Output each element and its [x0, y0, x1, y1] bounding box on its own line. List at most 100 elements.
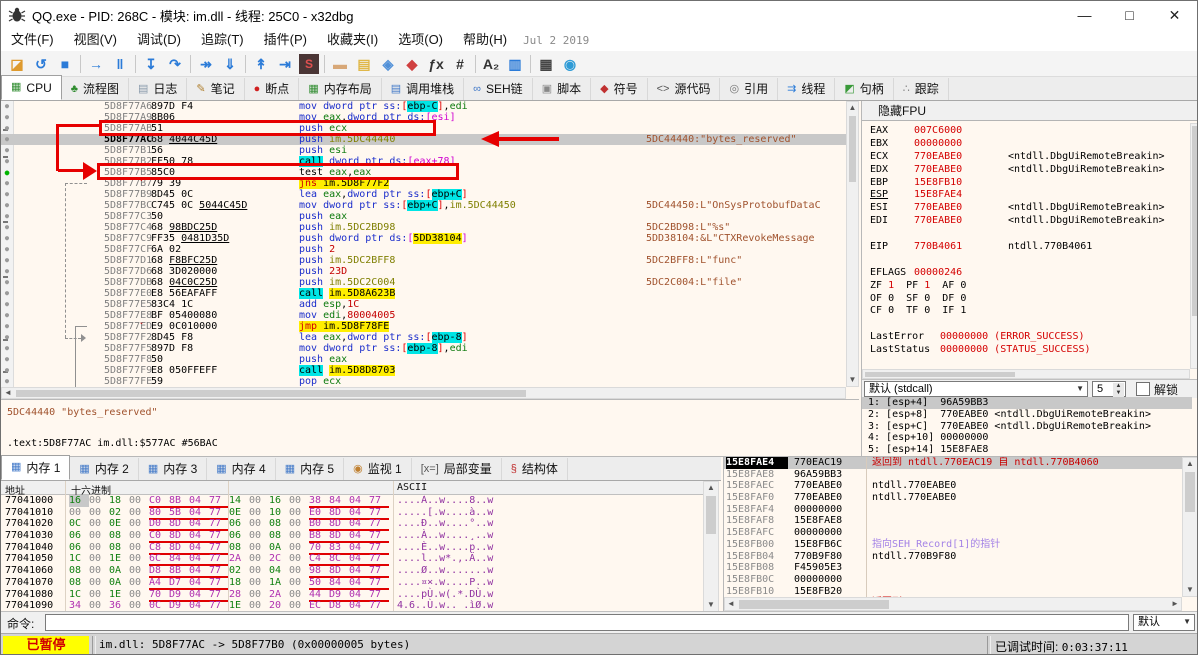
dump-row[interactable]: 77041010 00 00 02 00 80 5B 04 77 0E 00 10 00 E0 8D 04 77…	[1, 506, 703, 520]
open-file-icon[interactable]: ◪	[5, 53, 29, 75]
disasm-row[interactable]: ● 5D8F77C4 68 98BDC25D push im.5DC2BD98 5DC2…	[1, 222, 846, 233]
unlock-checkbox[interactable]	[1136, 382, 1150, 396]
scylla-icon[interactable]: S	[299, 53, 319, 74]
command-profile-select[interactable]: 默认 ▼	[1133, 614, 1195, 631]
tab-trace[interactable]: ∴ 跟踪	[894, 78, 949, 100]
disasm-row[interactable]: ● 5D8F77D6 68 3D020000 push 23D	[1, 266, 846, 277]
hash-icon[interactable]: #	[448, 53, 472, 75]
tab-notes[interactable]: ✎ 笔记	[187, 78, 245, 100]
patch-icon[interactable]: ▬	[328, 53, 352, 75]
dump-row[interactable]: 77041070 08 00 0A 00 A4 D7 04 77 18 00 1A 00 50 84 04 77…	[1, 576, 703, 590]
comment-icon[interactable]: ▤	[352, 53, 376, 75]
disasm-row[interactable]: ● 5D8F77CF 6A 02 push 2	[1, 244, 846, 255]
argument-row[interactable]: 4: [esp+10] 00000000	[862, 432, 1192, 444]
step-into-icon[interactable]: ↧	[139, 53, 163, 75]
argument-row[interactable]: 2: [esp+8] 770EABE0 <ntdll.DbgUiRemoteBr…	[862, 409, 1192, 421]
register-row[interactable]: EAX 007C6000	[862, 125, 1188, 138]
register-gap[interactable]	[862, 357, 1188, 370]
tab-references[interactable]: ◎ 引用	[720, 78, 779, 100]
disasm-row[interactable]: ● 5D8F77F8 50 push eax	[1, 354, 846, 365]
dump-vscrollbar[interactable]: ▲ ▼	[703, 481, 719, 612]
stepper-up-icon[interactable]: ▲	[1113, 383, 1124, 390]
register-row[interactable]: EIP 770B4061 ntdll.770B4061	[862, 241, 1188, 254]
disasm-row[interactable]: ● 5D8F77C3 50 push eax	[1, 211, 846, 222]
register-row[interactable]: EDI 770EABE0 <ntdll.DbgUiRemoteBreakin>	[862, 215, 1188, 228]
tab-struct[interactable]: § 结构体	[502, 458, 568, 480]
register-row[interactable]: LastStatus 00000000 (STATUS_SUCCESS)	[862, 344, 1188, 357]
register-row[interactable]: ECX 770EABE0 <ntdll.DbgUiRemoteBreakin>	[862, 151, 1188, 164]
menu-item[interactable]: 视图(V)	[64, 29, 127, 51]
disasm-row[interactable]: ● 5D8F77E5 83C4 1C add esp,1C	[1, 299, 846, 310]
tab-dump-5[interactable]: ▦ 内存 5	[276, 458, 345, 480]
stack-row[interactable]: 15E8FAF8 15E8FAE8	[724, 515, 1182, 528]
stepper-down-icon[interactable]: ▼	[1113, 390, 1124, 397]
register-row[interactable]: EFLAGS 00000246	[862, 267, 1188, 280]
menu-item[interactable]: 帮助(H)	[453, 29, 517, 51]
dump-row[interactable]: 77041000 16 00 18 00 C0 8B 04 77 14 00 16 00 38 84 04 77…	[1, 495, 703, 508]
dump-row[interactable]: 77041050 1C 00 1E 00 6C 84 04 77 2A 00 2C 00 C4 8C 04 77…	[1, 553, 703, 567]
argument-row[interactable]: 1: [esp+4] 96A59BB3	[862, 397, 1192, 409]
register-row[interactable]: CF 0 TF 0 IF 1	[862, 305, 1188, 318]
string-references-icon[interactable]: A₂	[479, 53, 503, 75]
register-row[interactable]: ZF 1 PF 1 AF 0	[862, 280, 1188, 293]
attach-icon[interactable]: ▥	[503, 53, 527, 75]
calling-convention-select[interactable]: 默认 (stdcall) ▼	[864, 381, 1088, 397]
tab-locals[interactable]: [x=] 局部变量	[412, 458, 502, 480]
disasm-row[interactable]: ● 5D8F77BC C745 0C 5044C45D mov dword ptr s…	[1, 200, 846, 211]
calculator-icon[interactable]: ▦	[534, 53, 558, 75]
stack-row[interactable]: 15E8FAE8 96A59BB3	[724, 468, 1182, 481]
execute-till-return-icon[interactable]: ↟	[249, 53, 273, 75]
tab-memory-map[interactable]: ▦ 内存布局	[299, 78, 382, 100]
run-to-user-code-icon[interactable]: ⇥	[273, 53, 297, 75]
stack-row[interactable]: 15E8FAEC 770EABE0 ntdll.770EABE0	[724, 480, 1182, 493]
registers-vscrollbar[interactable]	[1190, 123, 1197, 369]
tab-call-stack[interactable]: ▤ 调用堆栈	[382, 78, 465, 100]
trace-over-icon[interactable]: ⇓	[218, 53, 242, 75]
tab-dump-3[interactable]: ▦ 内存 3	[139, 458, 208, 480]
label-icon[interactable]: ◈	[376, 53, 400, 75]
stack-row[interactable]: 15E8FB10 15E8FB20	[724, 585, 1182, 597]
disasm-row[interactable]: ● 5D8F77E8 BF 05400080 mov edi,80004005	[1, 310, 846, 321]
disasm-hscrollbar[interactable]: ◄	[1, 387, 846, 399]
minimize-button[interactable]: —	[1062, 2, 1107, 28]
run-icon[interactable]: →	[84, 53, 108, 75]
command-input[interactable]	[45, 614, 1129, 631]
stack-row[interactable]: 15E8FAF4 00000000	[724, 503, 1182, 516]
disasm-row[interactable]: ● 5D8F77ED ˇ E9 0C010000 jmp im.5D8F78FE	[1, 321, 846, 332]
disasm-vscrollbar[interactable]: ▲ ▼	[846, 101, 859, 387]
stack-row[interactable]: 15E8FAF0 770EABE0 ntdll.770EABE0	[724, 492, 1182, 504]
stack-row[interactable]: 15E8FB00 15E8FB6C 指向SEH_Record[1]的指针	[724, 538, 1182, 551]
disasm-row[interactable]: ● 5D8F77B1 56 push esi	[1, 145, 846, 156]
tab-graph[interactable]: ♣ 流程图	[62, 78, 129, 100]
globe-icon[interactable]: ◉	[558, 53, 582, 75]
disasm-row[interactable]: ● 5D8F77D1 68 F8BFC25D push im.5DC2BFF8 5DC2…	[1, 255, 846, 266]
stack-row[interactable]: 15E8FB0C 00000000	[724, 573, 1182, 586]
tab-handles[interactable]: ◩ 句柄	[835, 78, 894, 100]
dump-row[interactable]: 77041060 08 00 0A 00 D8 8B 04 77 02 00 04 00 98 8D 04 77…	[1, 565, 703, 579]
menu-item[interactable]: 选项(O)	[388, 29, 453, 51]
tab-watch-1[interactable]: ◉ 监视 1	[344, 458, 412, 480]
stack-row[interactable]: 15E8FAE4 770EAC19 返回到 ntdll.770EAC19 自 ntd…	[724, 457, 1182, 469]
register-gap[interactable]	[862, 228, 1188, 241]
register-gap[interactable]	[862, 318, 1188, 331]
hide-fpu-button[interactable]: 隐藏FPU	[862, 101, 1197, 121]
assemble-fx-icon[interactable]: ƒx	[424, 53, 448, 75]
argument-row[interactable]: 5: [esp+14] 15E8FAE8	[862, 444, 1192, 456]
menu-item[interactable]: 调试(D)	[127, 29, 191, 51]
stop-icon[interactable]: ■	[53, 53, 77, 75]
register-row[interactable]: EDX 770EABE0 <ntdll.DbgUiRemoteBreakin>	[862, 164, 1188, 177]
register-row[interactable]: ESI 770EABE0 <ntdll.DbgUiRemoteBreakin>	[862, 202, 1188, 215]
register-row[interactable]: EBX 00000000	[862, 138, 1188, 151]
register-gap[interactable]	[862, 254, 1188, 267]
menu-item[interactable]: 插件(P)	[254, 29, 317, 51]
arg-count-stepper[interactable]: 5 ▲ ▼	[1092, 381, 1126, 397]
disasm-row[interactable]: ● 5D8F77B9 8D45 0C lea eax,dword ptr ss:[eb…	[1, 189, 846, 200]
register-row[interactable]: LastError 00000000 (ERROR_SUCCESS)	[862, 331, 1188, 344]
disasm-row[interactable]: ● 5D8F77A6 897D F4 mov dword ptr ss:[ebp-C]…	[1, 101, 846, 112]
stack-vscrollbar[interactable]: ▲ ▼	[1182, 457, 1197, 597]
tab-breakpoints[interactable]: ● 断点	[245, 78, 300, 100]
disasm-row[interactable]: ● 5D8F77C9 FF35 0481D35D push dword ptr ds:…	[1, 233, 846, 244]
disasm-row[interactable]: ● 5D8F77DB 68 04C0C25D push im.5DC2C004 5DC2…	[1, 277, 846, 288]
disasm-row[interactable]: ● 5D8F77F2 8D45 F8 lea eax,dword ptr ss:[eb…	[1, 332, 846, 343]
menu-item[interactable]: 收藏夹(I)	[317, 29, 388, 51]
